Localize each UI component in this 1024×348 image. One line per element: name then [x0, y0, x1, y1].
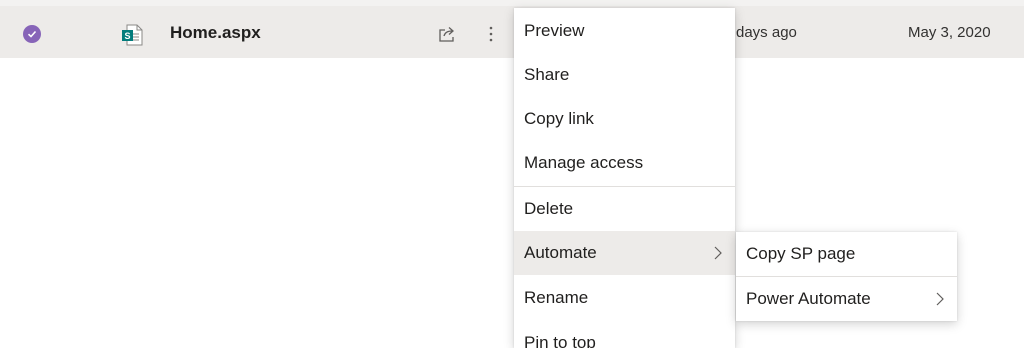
menu-item-rename[interactable]: Rename: [514, 276, 735, 320]
menu-item-copy-link[interactable]: Copy link: [514, 97, 735, 141]
row-checkbox[interactable]: [23, 25, 41, 43]
menu-item-delete[interactable]: Delete: [514, 187, 735, 231]
automate-submenu: Copy SP page Power Automate: [736, 232, 957, 321]
more-options-icon[interactable]: [480, 23, 502, 45]
menu-item-label: Delete: [524, 199, 574, 218]
menu-item-label: Automate: [524, 243, 597, 262]
file-row[interactable]: S Home.aspx days ago May 3, 2020: [0, 6, 1024, 58]
chevron-right-icon: [714, 246, 722, 260]
menu-item-automate[interactable]: Automate: [514, 231, 735, 275]
submenu-item-label: Power Automate: [746, 289, 871, 308]
submenu-item-copy-sp-page[interactable]: Copy SP page: [736, 232, 957, 276]
file-icon-letter: S: [124, 31, 130, 41]
context-menu: Preview Share Copy link Manage access De…: [514, 8, 735, 348]
menu-item-label: Share: [524, 65, 570, 84]
menu-item-label: Copy link: [524, 109, 594, 128]
menu-item-share[interactable]: Share: [514, 53, 735, 97]
submenu-item-label: Copy SP page: [746, 244, 856, 263]
menu-item-preview[interactable]: Preview: [514, 9, 735, 53]
menu-item-label: Manage access: [524, 153, 644, 172]
sharepoint-page-icon: S: [122, 24, 143, 46]
modified-text: days ago: [736, 24, 797, 41]
menu-item-label: Rename: [524, 288, 589, 307]
share-icon[interactable]: [437, 24, 457, 44]
checkmark-icon: [27, 30, 37, 38]
menu-item-label: Pin to top: [524, 333, 596, 348]
chevron-right-icon: [936, 292, 944, 306]
file-name[interactable]: Home.aspx: [170, 23, 261, 43]
menu-item-label: Preview: [524, 21, 585, 40]
modified-date: May 3, 2020: [908, 24, 991, 41]
menu-item-pin-to-top[interactable]: Pin to top: [514, 321, 735, 348]
menu-item-manage-access[interactable]: Manage access: [514, 141, 735, 185]
submenu-item-power-automate[interactable]: Power Automate: [736, 277, 957, 321]
